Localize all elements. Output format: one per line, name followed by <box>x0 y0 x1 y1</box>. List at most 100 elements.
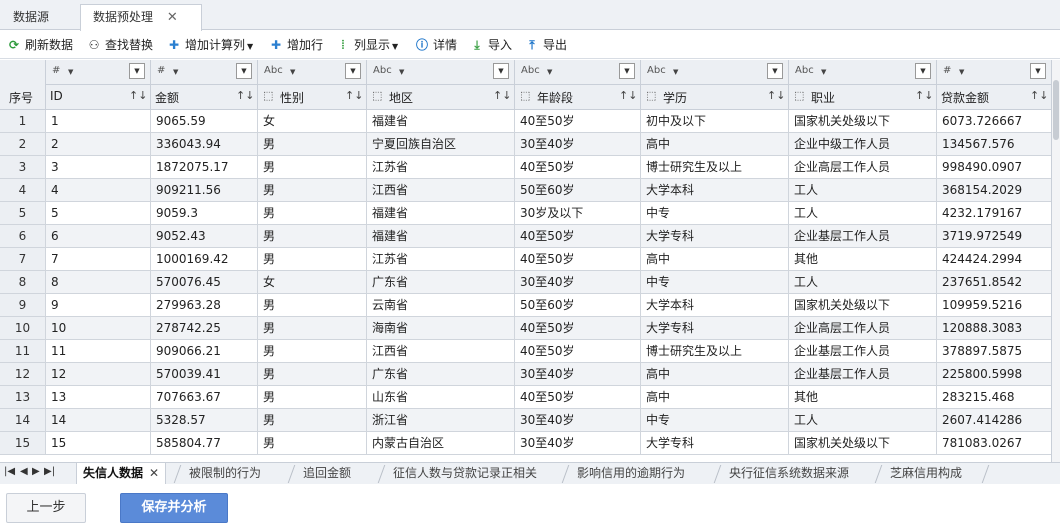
sort-icon[interactable]: ↑↓ <box>619 89 637 102</box>
table-cell[interactable]: 336043.94 <box>151 133 258 156</box>
table-cell[interactable]: 山东省 <box>367 386 515 409</box>
table-cell[interactable]: 5328.57 <box>151 409 258 432</box>
table-cell[interactable]: 40至50岁 <box>515 386 641 409</box>
table-cell[interactable]: 福建省 <box>367 202 515 225</box>
sheet-tab-6[interactable]: 芝麻信用构成 <box>884 463 968 485</box>
table-cell[interactable]: 30至40岁 <box>515 409 641 432</box>
table-cell[interactable]: 高中 <box>641 248 789 271</box>
sort-icon[interactable]: ↑↓ <box>493 89 511 102</box>
table-cell[interactable]: 男 <box>258 409 367 432</box>
close-icon[interactable]: ✕ <box>167 10 178 25</box>
table-cell[interactable]: 4232.179167 <box>937 202 1051 225</box>
table-cell[interactable]: 3719.972549 <box>937 225 1051 248</box>
column-dropdown-button[interactable]: ▼ <box>1030 63 1046 79</box>
table-cell[interactable]: 9 <box>46 294 151 317</box>
table-cell[interactable]: 男 <box>258 363 367 386</box>
column-dropdown-button[interactable]: ▼ <box>493 63 509 79</box>
table-cell[interactable]: 237651.8542 <box>937 271 1051 294</box>
sort-icon[interactable]: ↑↓ <box>236 89 254 102</box>
table-cell[interactable]: 283215.468 <box>937 386 1051 409</box>
table-cell[interactable]: 博士研究生及以上 <box>641 156 789 179</box>
table-cell[interactable]: 男 <box>258 294 367 317</box>
table-cell[interactable]: 工人 <box>789 409 937 432</box>
type-caret-icon[interactable]: ▼ <box>821 68 826 76</box>
type-caret-icon[interactable]: ▼ <box>68 68 73 76</box>
previous-step-button[interactable]: 上一步 <box>6 493 86 523</box>
next-sheet-icon[interactable]: ▶ <box>32 466 40 477</box>
table-cell[interactable]: 高中 <box>641 386 789 409</box>
table-cell[interactable]: 企业高层工作人员 <box>789 317 937 340</box>
column-dropdown-button[interactable]: ▼ <box>619 63 635 79</box>
table-cell[interactable]: 1 <box>46 110 151 133</box>
table-cell[interactable]: 内蒙古自治区 <box>367 432 515 455</box>
table-cell[interactable]: 7 <box>46 248 151 271</box>
table-cell[interactable]: 大学本科 <box>641 294 789 317</box>
sort-icon[interactable]: ↑↓ <box>767 89 785 102</box>
table-cell[interactable]: 中专 <box>641 409 789 432</box>
table-cell[interactable]: 40至50岁 <box>515 156 641 179</box>
table-cell[interactable]: 120888.3083 <box>937 317 1051 340</box>
sheet-tab-0[interactable]: 失信人数据 ✕ <box>76 463 167 485</box>
table-cell[interactable]: 13 <box>46 386 151 409</box>
table-cell[interactable]: 5 <box>46 202 151 225</box>
column-header-3[interactable]: ⬚ 地区 ↑↓ <box>367 85 515 110</box>
table-cell[interactable]: 11 <box>46 340 151 363</box>
table-cell[interactable]: 浙江省 <box>367 409 515 432</box>
table-cell[interactable]: 女 <box>258 271 367 294</box>
table-cell[interactable]: 男 <box>258 179 367 202</box>
table-cell[interactable]: 企业基层工作人员 <box>789 340 937 363</box>
table-cell[interactable]: 1000169.42 <box>151 248 258 271</box>
table-cell[interactable]: 国家机关处级以下 <box>789 110 937 133</box>
table-cell[interactable]: 大学本科 <box>641 179 789 202</box>
table-cell[interactable]: 福建省 <box>367 225 515 248</box>
table-cell[interactable]: 江苏省 <box>367 248 515 271</box>
column-header-1[interactable]: 金额 ↑↓ <box>151 85 258 110</box>
table-cell[interactable]: 云南省 <box>367 294 515 317</box>
sheet-tab-2[interactable]: 追回金额 <box>297 463 357 485</box>
table-cell[interactable]: 广东省 <box>367 271 515 294</box>
column-dropdown-button[interactable]: ▼ <box>915 63 931 79</box>
table-cell[interactable]: 博士研究生及以上 <box>641 340 789 363</box>
table-cell[interactable]: 6 <box>46 225 151 248</box>
table-cell[interactable]: 30至40岁 <box>515 271 641 294</box>
column-dropdown-button[interactable]: ▼ <box>767 63 783 79</box>
type-caret-icon[interactable]: ▼ <box>547 68 552 76</box>
table-cell[interactable]: 其他 <box>789 386 937 409</box>
column-header-0[interactable]: ID ↑↓ <box>46 85 151 110</box>
table-cell[interactable]: 工人 <box>789 202 937 225</box>
table-cell[interactable]: 4 <box>46 179 151 202</box>
table-cell[interactable]: 工人 <box>789 179 937 202</box>
table-cell[interactable]: 9059.3 <box>151 202 258 225</box>
table-cell[interactable]: 909066.21 <box>151 340 258 363</box>
prev-sheet-icon[interactable]: ◀ <box>20 466 28 477</box>
toolbar-button-3[interactable]: ✚ 增加行 <box>268 34 323 56</box>
column-header-5[interactable]: ⬚ 学历 ↑↓ <box>641 85 789 110</box>
sort-icon[interactable]: ↑↓ <box>345 89 363 102</box>
table-cell[interactable]: 国家机关处级以下 <box>789 432 937 455</box>
sheet-tab-4[interactable]: 影响信用的逾期行为 <box>571 463 691 485</box>
table-cell[interactable]: 江西省 <box>367 179 515 202</box>
table-cell[interactable]: 30岁及以下 <box>515 202 641 225</box>
column-header-7[interactable]: 贷款金额 ↑↓ <box>937 85 1051 110</box>
table-cell[interactable]: 134567.576 <box>937 133 1051 156</box>
table-cell[interactable]: 278742.25 <box>151 317 258 340</box>
table-cell[interactable]: 大学专科 <box>641 225 789 248</box>
type-caret-icon[interactable]: ▼ <box>959 68 964 76</box>
column-dropdown-button[interactable]: ▼ <box>129 63 145 79</box>
type-caret-icon[interactable]: ▼ <box>673 68 678 76</box>
table-cell[interactable]: 10 <box>46 317 151 340</box>
sheet-tab-3[interactable]: 征信人数与贷款记录正相关 <box>387 463 543 485</box>
table-cell[interactable]: 宁夏回族自治区 <box>367 133 515 156</box>
table-cell[interactable]: 男 <box>258 248 367 271</box>
table-cell[interactable]: 企业中级工作人员 <box>789 133 937 156</box>
toolbar-button-6[interactable]: ⤓ 导入 <box>469 34 512 56</box>
table-cell[interactable]: 中专 <box>641 271 789 294</box>
table-cell[interactable]: 585804.77 <box>151 432 258 455</box>
table-cell[interactable]: 998490.0907 <box>937 156 1051 179</box>
table-cell[interactable]: 高中 <box>641 363 789 386</box>
vertical-scrollbar[interactable] <box>1052 60 1060 462</box>
type-caret-icon[interactable]: ▼ <box>173 68 178 76</box>
save-and-analyze-button[interactable]: 保存并分析 <box>120 493 228 523</box>
table-cell[interactable]: 男 <box>258 133 367 156</box>
table-cell[interactable]: 男 <box>258 432 367 455</box>
